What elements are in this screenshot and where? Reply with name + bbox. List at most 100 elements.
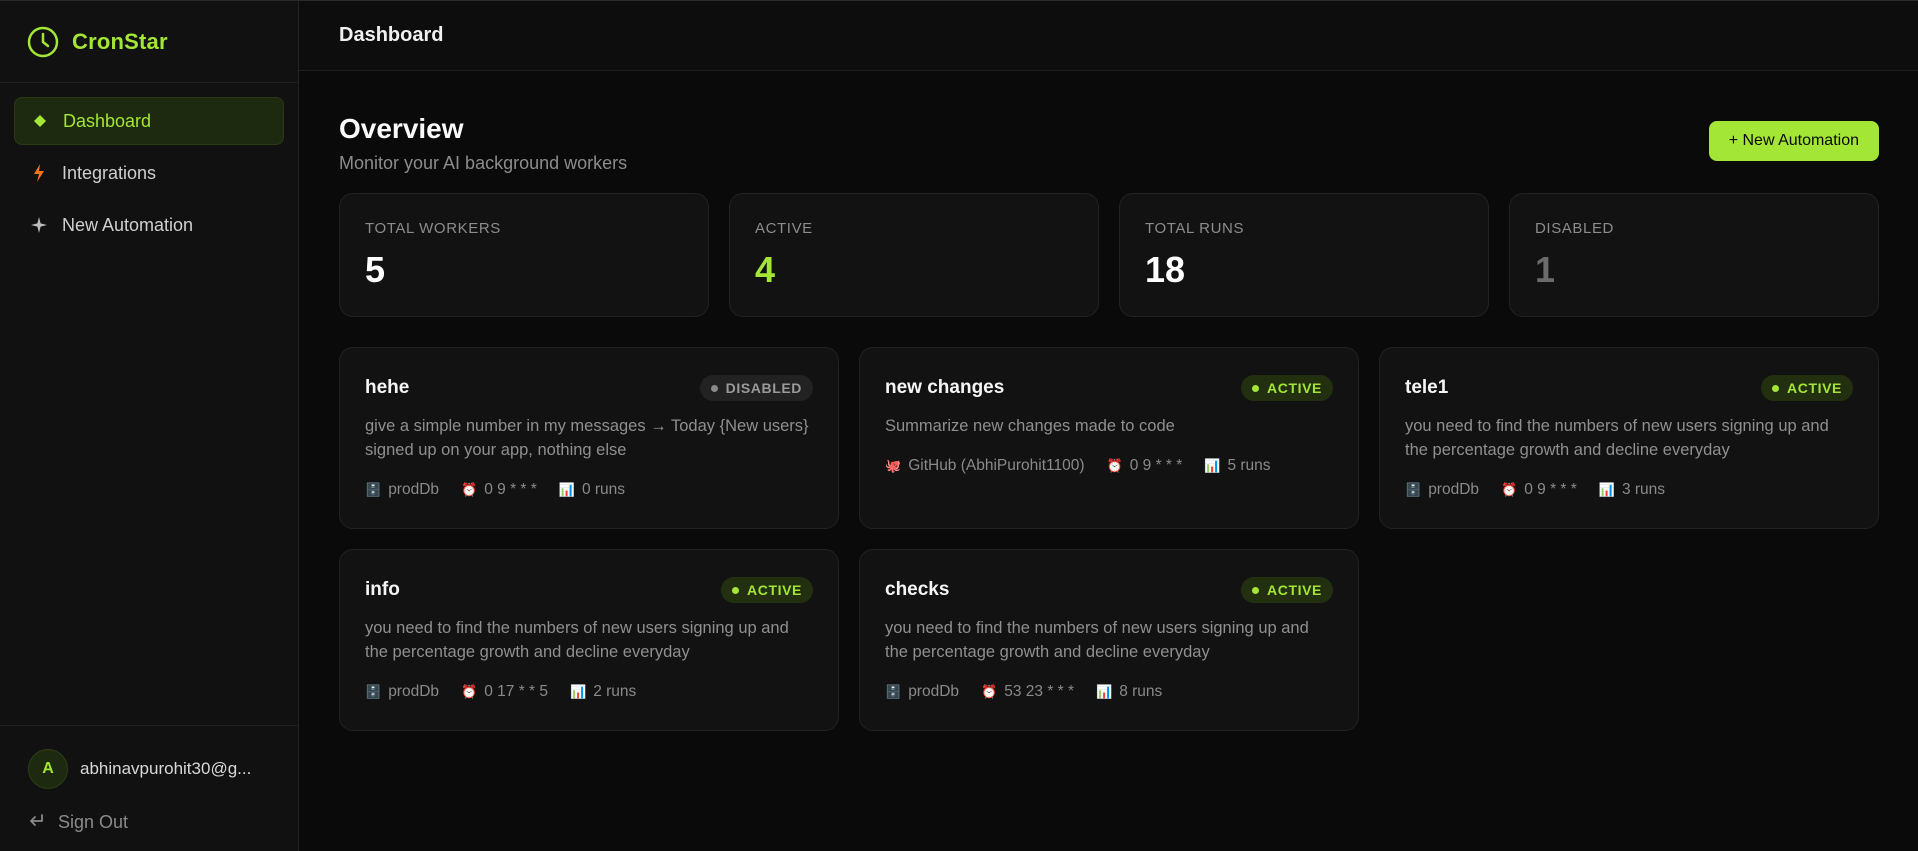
brand-name: CronStar: [72, 28, 168, 54]
worker-card[interactable]: checks ACTIVE you need to find the numbe…: [859, 549, 1359, 731]
main: Dashboard Overview Monitor your AI backg…: [299, 1, 1918, 851]
worker-description: you need to find the numbers of new user…: [365, 619, 789, 661]
worker-runs: 8 runs: [1119, 683, 1163, 700]
worker-name: info: [365, 579, 400, 600]
bar-chart-icon: 📊: [1598, 482, 1615, 497]
worker-card[interactable]: info ACTIVE you need to find the numbers…: [339, 549, 839, 731]
clock-icon: [27, 26, 59, 57]
worker-description: give a simple number in my messages → To…: [365, 417, 809, 459]
brand[interactable]: CronStar: [0, 1, 298, 83]
stat-label: ACTIVE: [755, 220, 813, 237]
workers-grid: hehe DISABLED give a simple number in my…: [339, 347, 1879, 731]
sidebar-item-label: Integrations: [62, 162, 157, 183]
worker-meta: 🗄️ prodDb ⏰ 53 23 * * * 📊 8 runs: [885, 683, 1333, 701]
status-dot-icon: [1252, 384, 1260, 392]
stat-active: ACTIVE 4: [729, 193, 1099, 317]
content: Overview Monitor your AI background work…: [299, 71, 1918, 731]
status-badge: ACTIVE: [1241, 577, 1333, 603]
bar-chart-icon: 📊: [558, 482, 575, 497]
sidebar-item-new-automation[interactable]: New Automation: [14, 201, 284, 249]
worker-meta: 🗄️ prodDb ⏰ 0 17 * * 5 📊 2 runs: [365, 683, 813, 701]
bar-chart-icon: 📊: [1096, 684, 1113, 699]
worker-name: checks: [885, 579, 950, 600]
sidebar-footer: A abhinavpurohit30@g... Sign Out: [0, 725, 298, 851]
status-dot-icon: [710, 384, 718, 392]
overview-subtitle: Monitor your AI background workers: [339, 153, 628, 173]
status-label: DISABLED: [725, 380, 802, 396]
status-badge: ACTIVE: [1761, 375, 1853, 401]
status-badge: ACTIVE: [1241, 375, 1333, 401]
worker-source: prodDb: [388, 481, 440, 498]
worker-runs: 5 runs: [1227, 457, 1271, 474]
worker-schedule: 0 9 * * *: [484, 481, 537, 498]
worker-name: new changes: [885, 377, 1005, 398]
worker-card[interactable]: hehe DISABLED give a simple number in my…: [339, 347, 839, 529]
sidebar-item-label: Dashboard: [63, 110, 152, 131]
stat-value: 18: [1145, 249, 1186, 290]
worker-name: hehe: [365, 377, 410, 398]
database-icon: 🗄️: [885, 684, 902, 699]
stat-value: 1: [1535, 249, 1556, 290]
user-profile[interactable]: A abhinavpurohit30@g...: [28, 746, 270, 792]
page-title: Dashboard: [339, 24, 444, 46]
sidebar-nav: Dashboard Integrations New Automation: [0, 83, 298, 725]
worker-runs: 0 runs: [581, 481, 626, 498]
status-label: ACTIVE: [1267, 582, 1322, 598]
sidebar-item-integrations[interactable]: Integrations: [14, 149, 284, 197]
worker-schedule: 53 23 * * *: [1004, 683, 1075, 700]
worker-meta: 🗄️ prodDb ⏰ 0 9 * * * 📊 0 runs: [365, 481, 813, 499]
worker-meta: 🗄️ prodDb ⏰ 0 9 * * * 📊 3 runs: [1405, 481, 1853, 499]
topbar: Dashboard: [299, 1, 1918, 71]
new-automation-button[interactable]: + New Automation: [1708, 121, 1879, 161]
database-icon: 🗄️: [365, 482, 382, 497]
status-label: ACTIVE: [747, 582, 802, 598]
worker-runs: 2 runs: [593, 683, 637, 700]
worker-source: GitHub (AbhiPurohit1100): [908, 457, 1085, 474]
github-octocat-icon: 🐙: [885, 458, 902, 473]
status-badge: DISABLED: [699, 375, 813, 401]
database-icon: 🗄️: [365, 684, 382, 699]
avatar: A: [28, 749, 68, 789]
worker-schedule: 0 9 * * *: [1524, 481, 1577, 498]
sidebar-item-label: New Automation: [62, 214, 194, 235]
bar-chart-icon: 📊: [1204, 458, 1221, 473]
bar-chart-icon: 📊: [570, 684, 587, 699]
worker-description: Summarize new changes made to code: [885, 417, 1175, 435]
alarm-clock-icon: ⏰: [1106, 458, 1123, 473]
worker-description: you need to find the numbers of new user…: [1405, 417, 1829, 459]
stat-value: 4: [755, 249, 776, 290]
status-dot-icon: [1252, 586, 1260, 594]
diamond-icon: [31, 115, 49, 127]
worker-source: prodDb: [388, 683, 440, 700]
alarm-clock-icon: ⏰: [461, 482, 478, 497]
sidebar: CronStar Dashboard Integrations New Auto…: [0, 1, 299, 851]
status-badge: ACTIVE: [721, 577, 813, 603]
stat-label: DISABLED: [1535, 220, 1614, 237]
return-arrow-icon: [28, 812, 44, 833]
status-dot-icon: [1772, 384, 1780, 392]
alarm-clock-icon: ⏰: [981, 684, 998, 699]
stat-label: TOTAL WORKERS: [365, 220, 501, 237]
database-icon: 🗄️: [1405, 482, 1422, 497]
worker-description: you need to find the numbers of new user…: [885, 619, 1309, 661]
app-root: CronStar Dashboard Integrations New Auto…: [0, 0, 1918, 851]
user-email: abhinavpurohit30@g...: [80, 759, 252, 778]
worker-card[interactable]: new changes ACTIVE Summarize new changes…: [859, 347, 1359, 529]
alarm-clock-icon: ⏰: [1501, 482, 1518, 497]
sign-out-button[interactable]: Sign Out: [28, 812, 270, 833]
worker-meta: 🐙 GitHub (AbhiPurohit1100) ⏰ 0 9 * * * 📊 5 …: [885, 457, 1333, 475]
overview-title: Overview: [339, 113, 464, 144]
status-dot-icon: [732, 586, 740, 594]
stat-disabled: DISABLED 1: [1509, 193, 1879, 317]
worker-name: tele1: [1405, 377, 1449, 398]
stat-value: 5: [365, 249, 386, 290]
worker-runs: 3 runs: [1621, 481, 1666, 498]
stats-row: TOTAL WORKERS 5 ACTIVE 4 TOTAL RUNS 18 D…: [339, 193, 1879, 317]
bolt-icon: [30, 164, 48, 182]
status-label: ACTIVE: [1267, 380, 1322, 396]
sparkle-icon: [30, 217, 48, 233]
stat-total-runs: TOTAL RUNS 18: [1119, 193, 1489, 317]
worker-source: prodDb: [1428, 481, 1480, 498]
worker-card[interactable]: tele1 ACTIVE you need to find the number…: [1379, 347, 1879, 529]
sidebar-item-dashboard[interactable]: Dashboard: [14, 97, 284, 145]
